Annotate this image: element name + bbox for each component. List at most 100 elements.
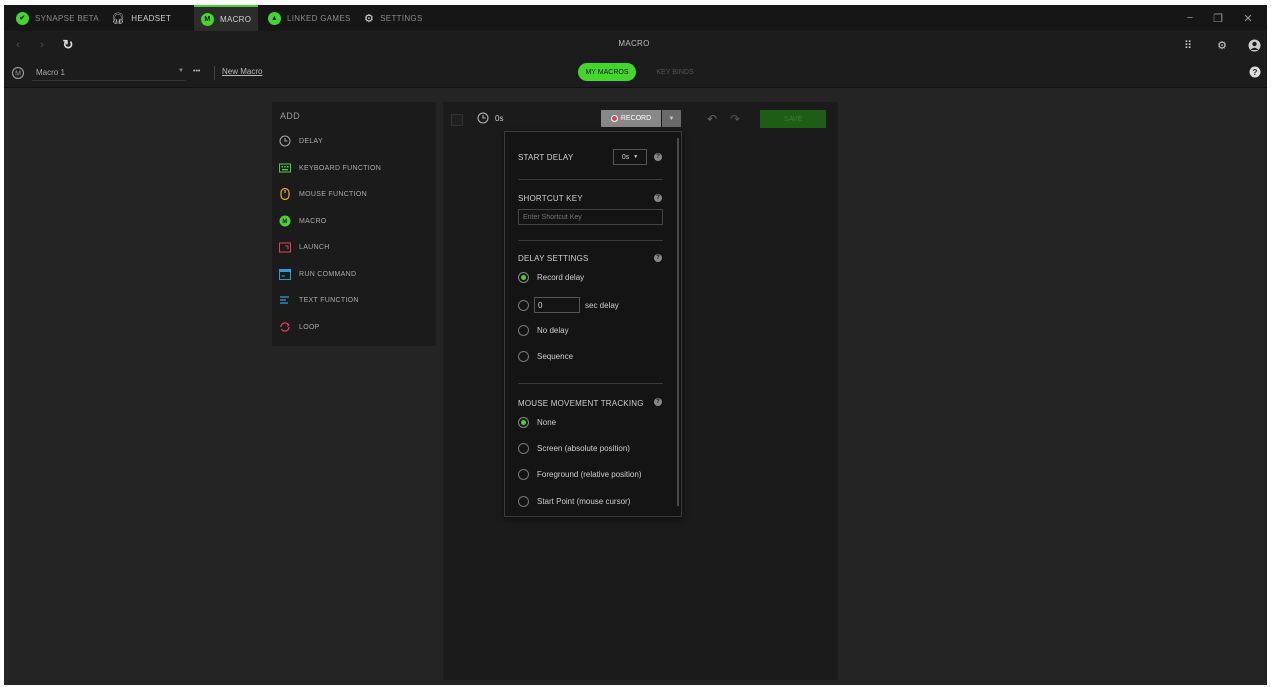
- svg-text:M: M: [15, 70, 21, 77]
- refresh-icon[interactable]: ↻: [60, 37, 76, 53]
- save-button[interactable]: SAVE: [760, 110, 826, 128]
- settings-gear-icon[interactable]: ⚙: [1215, 38, 1229, 52]
- radio-circle: [518, 417, 529, 428]
- tab-synapse-beta[interactable]: ✔ SYNAPSE BETA: [16, 5, 99, 31]
- menu-scrollbar[interactable]: [677, 138, 679, 506]
- radio-circle: [518, 325, 529, 336]
- add-loop-item[interactable]: LOOP: [279, 321, 320, 333]
- tab-macro[interactable]: M MACRO: [194, 5, 259, 31]
- add-run-command-item[interactable]: RUN COMMAND: [279, 268, 356, 280]
- macro-select[interactable]: Macro 1 ▼: [32, 65, 186, 81]
- chevron-down-icon: ▼: [633, 154, 639, 160]
- record-label: RECORD: [620, 115, 652, 122]
- help-icon[interactable]: ?: [654, 254, 662, 262]
- macro-select-value: Macro 1: [36, 68, 65, 77]
- gear-icon: ⚙: [364, 12, 375, 25]
- tracking-screen-radio[interactable]: Screen (absolute position): [518, 443, 630, 454]
- shortcut-key-input[interactable]: [518, 209, 663, 225]
- close-button[interactable]: ✕: [1236, 5, 1260, 31]
- radio-label: Start Point (mouse cursor): [537, 497, 631, 506]
- tab-headset[interactable]: 🎧︎ HEADSET: [111, 5, 171, 31]
- redo-icon[interactable]: ↷: [728, 112, 742, 126]
- radio-label: sec delay: [585, 300, 619, 310]
- radio-label: None: [537, 418, 557, 427]
- delay-settings-label: DELAY SETTINGS: [518, 254, 589, 263]
- divider: [518, 179, 663, 180]
- mouse-icon: [279, 188, 291, 200]
- minimize-button[interactable]: −: [1178, 5, 1202, 31]
- command-icon: [279, 268, 291, 280]
- record-delay-radio[interactable]: Record delay: [518, 272, 584, 283]
- macro-profile-icon: M: [11, 66, 24, 79]
- add-item-label: LOOP: [299, 323, 320, 331]
- add-panel-title: ADD: [280, 111, 300, 121]
- key-binds-toggle[interactable]: KEY BINDS: [644, 63, 706, 81]
- tab-settings[interactable]: ⚙ SETTINGS: [364, 5, 423, 31]
- shortcut-key-label: SHORTCUT KEY: [518, 194, 583, 203]
- gamepad-icon: ▲: [268, 11, 281, 25]
- help-icon[interactable]: ?: [1248, 65, 1262, 79]
- record-options-dropdown[interactable]: ▼: [662, 110, 681, 127]
- start-delay-select[interactable]: 0s ▼: [613, 149, 647, 165]
- add-text-function-item[interactable]: TEXT FUNCTION: [279, 294, 359, 306]
- macro-icon: M: [201, 12, 214, 26]
- tracking-none-radio[interactable]: None: [518, 417, 556, 428]
- sequence-radio[interactable]: Sequence: [518, 351, 573, 362]
- sec-delay-input[interactable]: [534, 297, 580, 313]
- divider: [518, 240, 663, 241]
- tracking-start-point-radio[interactable]: Start Point (mouse cursor): [518, 496, 630, 507]
- sec-delay-radio[interactable]: sec delay: [518, 297, 619, 313]
- add-item-label: MACRO: [299, 217, 327, 225]
- tracking-foreground-radio[interactable]: Foreground (relative position): [518, 469, 642, 480]
- no-delay-radio[interactable]: No delay: [518, 325, 569, 336]
- forward-button[interactable]: ›: [36, 38, 48, 52]
- synapse-logo-icon: ✔: [16, 11, 29, 25]
- macro-icon: M: [279, 215, 291, 227]
- new-macro-link[interactable]: New Macro: [222, 67, 262, 76]
- radio-label: Foreground (relative position): [537, 470, 642, 479]
- radio-label: Sequence: [537, 352, 574, 361]
- add-launch-item[interactable]: LAUNCH: [279, 241, 330, 253]
- loop-icon: [279, 321, 291, 333]
- clock-icon: [279, 135, 291, 147]
- radio-circle: [518, 272, 529, 283]
- back-button[interactable]: ‹: [12, 38, 24, 52]
- help-icon[interactable]: ?: [654, 153, 662, 161]
- add-item-label: RUN COMMAND: [299, 270, 357, 278]
- add-mouse-function-item[interactable]: MOUSE FUNCTION: [279, 188, 367, 200]
- select-all-checkbox[interactable]: [451, 114, 463, 126]
- chevron-down-icon: ▼: [178, 68, 184, 74]
- add-macro-item[interactable]: M MACRO: [279, 215, 327, 227]
- maximize-button[interactable]: ❐: [1206, 5, 1230, 31]
- keyboard-icon: [279, 162, 291, 174]
- add-item-label: TEXT FUNCTION: [299, 296, 359, 304]
- top-tab-bar: ✔ SYNAPSE BETA 🎧︎ HEADSET M MACRO ▲ LINK…: [4, 5, 1267, 31]
- record-button[interactable]: RECORD: [601, 110, 661, 127]
- radio-label: Screen (absolute position): [537, 444, 630, 453]
- add-delay-item[interactable]: DELAY: [279, 135, 323, 147]
- add-item-label: DELAY: [299, 137, 323, 145]
- apps-grid-icon[interactable]: ⠿: [1181, 38, 1195, 52]
- clock-icon: [477, 112, 489, 124]
- help-icon[interactable]: ?: [654, 398, 662, 406]
- text-icon: [279, 294, 291, 306]
- macro-sub-bar: M Macro 1 ▼ ••• New Macro MY MACROS KEY …: [4, 59, 1267, 88]
- svg-text:M: M: [282, 219, 287, 225]
- undo-icon[interactable]: ↶: [705, 112, 719, 126]
- help-icon[interactable]: ?: [654, 194, 662, 202]
- tab-linked-games[interactable]: ▲ LINKED GAMES: [268, 5, 351, 31]
- synapse-window: ✔ SYNAPSE BETA 🎧︎ HEADSET M MACRO ▲ LINK…: [4, 5, 1267, 685]
- radio-label: Record delay: [537, 273, 585, 282]
- chevron-down-icon: ▼: [668, 115, 675, 122]
- add-keyboard-function-item[interactable]: KEYBOARD FUNCTION: [279, 162, 381, 174]
- nav-bar: ‹ › ↻ MACRO ⠿ ⚙: [4, 31, 1267, 59]
- profile-avatar-icon[interactable]: [1246, 37, 1262, 53]
- svg-text:?: ?: [1253, 68, 1258, 77]
- radio-circle: [518, 299, 529, 311]
- add-item-label: LAUNCH: [299, 243, 330, 251]
- radio-label: No delay: [537, 326, 569, 335]
- more-options-button[interactable]: •••: [193, 68, 200, 75]
- radio-circle: [518, 469, 529, 480]
- my-macros-toggle[interactable]: MY MACROS: [578, 63, 636, 81]
- radio-circle: [518, 496, 529, 507]
